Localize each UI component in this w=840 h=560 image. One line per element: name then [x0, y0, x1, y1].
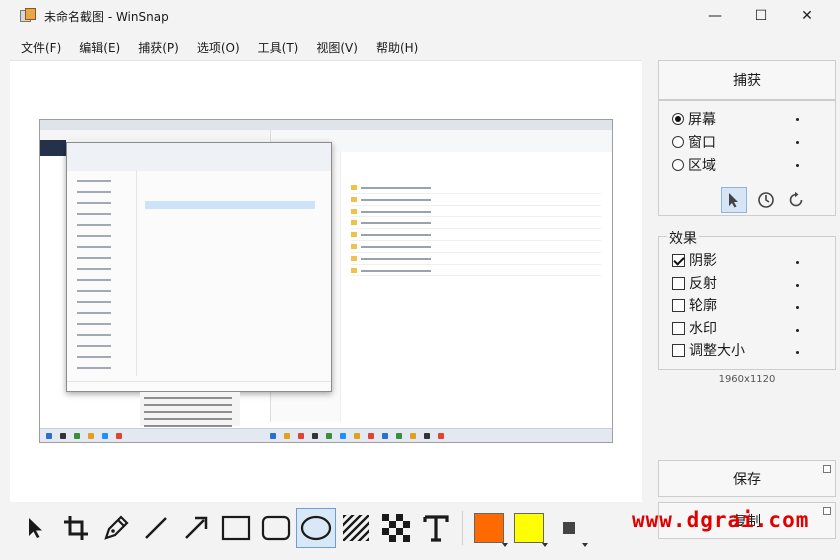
capture-timer-button[interactable] — [753, 187, 779, 213]
effect-outline-options-dot[interactable] — [796, 306, 799, 309]
primary-color-swatch — [474, 513, 504, 543]
line-icon — [145, 517, 167, 539]
copy-auto-checkbox[interactable] — [823, 507, 831, 515]
menu-options[interactable]: 选项(O) — [188, 39, 249, 56]
checkbox-shadow[interactable] — [672, 253, 685, 267]
maximize-icon: ☐ — [754, 8, 768, 24]
menu-edit[interactable]: 编辑(E) — [70, 39, 129, 56]
menu-capture[interactable]: 捕获(P) — [129, 39, 188, 56]
mode-region-options-dot[interactable] — [796, 164, 799, 167]
menu-bar: 文件(F) 编辑(E) 捕获(P) 选项(O) 工具(T) 视图(V) 帮助(H… — [0, 36, 427, 58]
captured-screenshot — [39, 119, 613, 443]
rectangle-tool[interactable] — [216, 508, 256, 548]
minimize-button[interactable]: — — [692, 0, 738, 32]
arrow-icon — [185, 516, 208, 539]
ellipse-tool[interactable] — [296, 508, 336, 548]
menu-file[interactable]: 文件(F) — [12, 39, 70, 56]
effects-group-label: 效果 — [667, 228, 699, 248]
hatch-tool[interactable] — [336, 508, 376, 548]
clock-icon — [758, 192, 774, 208]
rectangle-icon — [221, 515, 251, 541]
minimize-icon: — — [708, 8, 722, 24]
save-auto-checkbox[interactable] — [823, 465, 831, 473]
effect-resize-options-dot[interactable] — [796, 351, 799, 354]
pen-tool[interactable] — [96, 508, 136, 548]
checkbox-resize[interactable] — [672, 343, 685, 357]
mode-window-options-dot[interactable] — [796, 141, 799, 144]
effect-reflection-options-dot[interactable] — [796, 284, 799, 287]
rounded-rectangle-tool[interactable] — [256, 508, 296, 548]
dropdown-arrow-icon — [542, 543, 548, 547]
arrow-tool[interactable] — [176, 508, 216, 548]
mode-region[interactable]: 区域 — [672, 155, 716, 175]
pen-icon — [104, 515, 129, 540]
title-bar[interactable]: 未命名截图 - WinSnap — ☐ ✕ — [0, 0, 840, 32]
drawing-toolbar — [10, 504, 642, 552]
secondary-color-picker[interactable] — [509, 508, 549, 548]
winsnap-app-icon — [20, 8, 36, 24]
dropdown-arrow-icon — [502, 543, 508, 547]
capture-pointer-button[interactable] — [721, 187, 747, 213]
checker-icon — [382, 514, 410, 542]
checkbox-watermark[interactable] — [672, 321, 685, 335]
mode-screen-options-dot[interactable] — [796, 118, 799, 121]
radio-screen[interactable] — [672, 113, 684, 125]
capture-button[interactable]: 捕获 — [658, 60, 836, 100]
effect-shadow[interactable]: 阴影 — [672, 250, 717, 270]
line-width-picker[interactable] — [549, 508, 589, 548]
radio-window[interactable] — [672, 136, 684, 148]
captured-explorer-window — [66, 142, 332, 392]
mode-screen[interactable]: 屏幕 — [672, 109, 716, 129]
menu-view[interactable]: 视图(V) — [307, 39, 367, 56]
radio-region[interactable] — [672, 159, 684, 171]
captured-taskbar — [40, 428, 612, 442]
text-tool[interactable] — [416, 508, 456, 548]
effect-reflection[interactable]: 反射 — [672, 273, 717, 293]
image-size-label: 1960x1120 — [718, 374, 776, 385]
mode-window[interactable]: 窗口 — [672, 132, 716, 152]
close-icon: ✕ — [801, 8, 813, 24]
ellipse-icon — [300, 515, 332, 541]
checkbox-outline[interactable] — [672, 298, 685, 312]
capture-mode-panel: 屏幕 窗口 区域 — [658, 100, 836, 216]
primary-color-picker[interactable] — [469, 508, 509, 548]
effect-shadow-options-dot[interactable] — [796, 261, 799, 264]
canvas-area[interactable] — [10, 60, 642, 502]
effect-watermark-options-dot[interactable] — [796, 329, 799, 332]
square-icon — [563, 522, 575, 534]
site-watermark: www.dgrai.com — [632, 508, 810, 532]
dropdown-arrow-icon — [582, 543, 588, 547]
pointer-tool[interactable] — [16, 508, 56, 548]
crop-icon — [64, 516, 88, 540]
maximize-button[interactable]: ☐ — [738, 0, 784, 32]
effects-panel: 阴影 反射 轮廓 水印 调整大小 — [658, 236, 836, 370]
menu-help[interactable]: 帮助(H) — [367, 39, 427, 56]
repeat-capture-button[interactable] — [783, 187, 809, 213]
menu-tools[interactable]: 工具(T) — [249, 39, 308, 56]
window-title: 未命名截图 - WinSnap — [44, 9, 169, 24]
pointer-icon — [29, 518, 42, 538]
crop-tool[interactable] — [56, 508, 96, 548]
refresh-icon — [789, 191, 803, 207]
effect-resize[interactable]: 调整大小 — [672, 340, 745, 360]
pixelate-tool[interactable] — [376, 508, 416, 548]
text-icon — [423, 515, 449, 542]
line-tool[interactable] — [136, 508, 176, 548]
close-button[interactable]: ✕ — [784, 0, 830, 32]
rounded-rectangle-icon — [261, 515, 291, 541]
hatch-icon — [343, 515, 369, 541]
save-button[interactable]: 保存 — [658, 460, 836, 497]
secondary-color-swatch — [514, 513, 544, 543]
effect-watermark[interactable]: 水印 — [672, 318, 717, 338]
effect-outline[interactable]: 轮廓 — [672, 295, 717, 315]
checkbox-reflection[interactable] — [672, 276, 685, 290]
pointer-icon — [729, 193, 738, 208]
